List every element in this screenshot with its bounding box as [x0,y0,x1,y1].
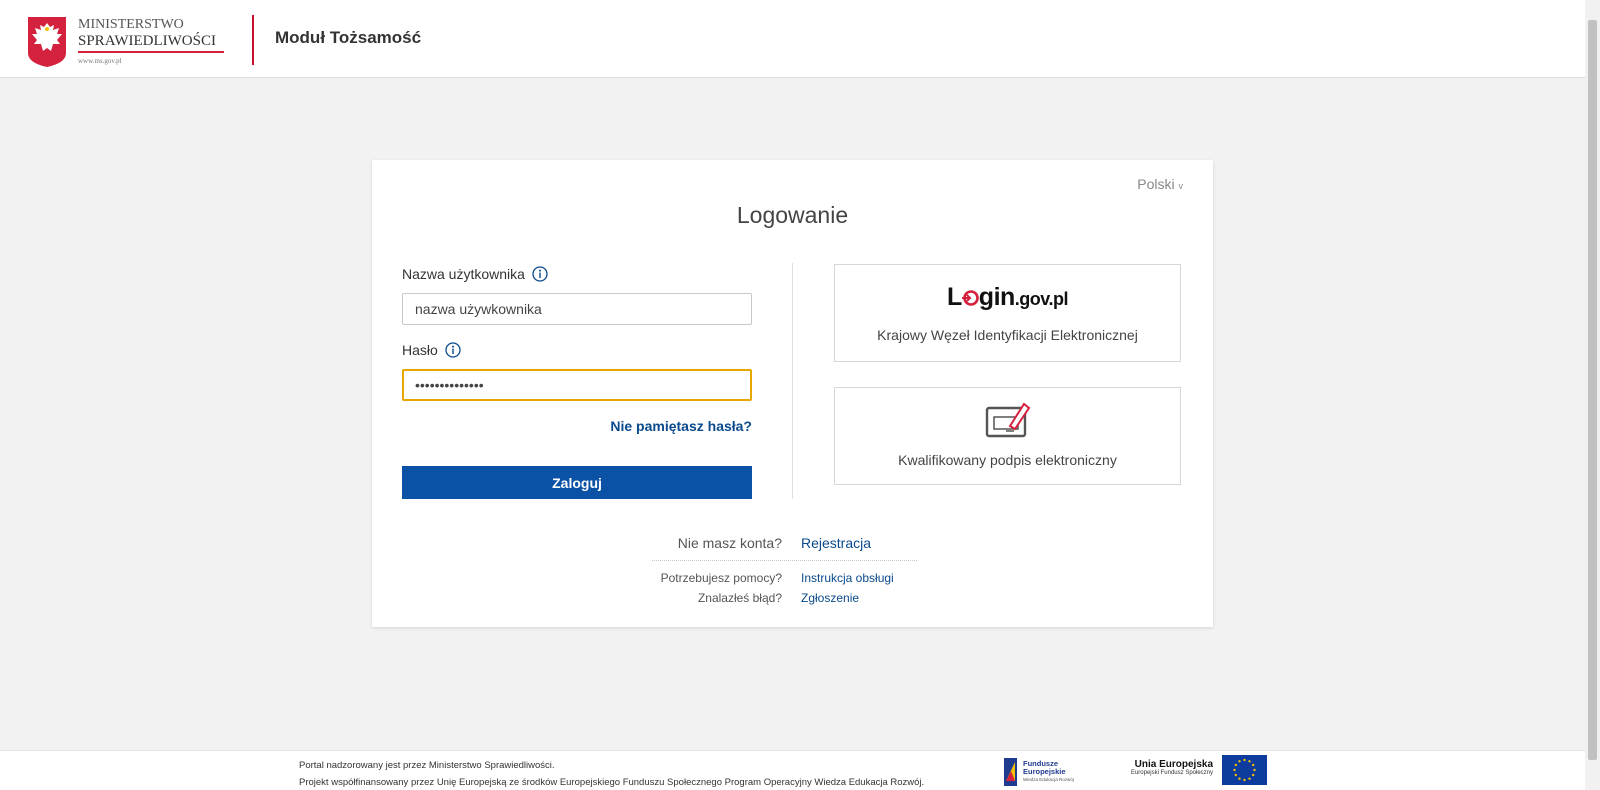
bug-question: Znalazłeś błąd? [697,591,782,605]
logo-text-line1: MINISTERSTWO [78,17,184,32]
password-input[interactable] [402,369,752,401]
eu-line2: Europejski Fundusz Społeczny [1130,770,1213,776]
language-label: Polski [1137,176,1175,192]
eu-flag-icon [1222,755,1267,785]
language-selector[interactable]: Polski v [1137,176,1183,192]
chevron-down-icon: v [1178,181,1184,191]
page-title: Logowanie [736,202,849,228]
forgot-password-link[interactable]: Nie pamiętasz hasła? [402,418,752,434]
info-icon[interactable] [532,266,548,282]
logo-url: www.ms.gov.pl [78,57,122,65]
login-card: Polski v Logowanie Nazwa użytkownika Has… [372,160,1213,627]
register-link[interactable]: Rejestracja [801,535,871,551]
fe-line2: Europejskie [1023,767,1066,776]
username-input[interactable] [402,293,752,325]
password-label-text: Hasło [402,342,438,358]
username-label-text: Nazwa użytkownika [402,266,525,282]
logingov-brand-l: L [947,283,962,311]
module-title: Moduł Tożsamość [275,28,422,47]
logingov-brand-domain: .gov.pl [1014,289,1069,309]
help-question: Potrzebujesz pomocy? [660,571,782,585]
logingov-logo: Lgin.gov.pl [835,283,1180,312]
scrollbar-thumb[interactable] [1588,20,1597,760]
info-icon[interactable] [445,342,461,358]
footer: Portal nadzorowany jest przez Ministerst… [0,750,1585,790]
bug-report-link[interactable]: Zgłoszenie [801,591,859,605]
login-button[interactable]: Zaloguj [402,466,752,499]
eu-line1: Unia Europejska [1134,759,1213,770]
header-divider [252,15,254,65]
fe-line3: Wiedza Edukacja Rozwój [1023,777,1074,782]
eu-text: Unia Europejska Europejski Fundusz Społe… [1117,759,1213,776]
logingov-arrow-icon [961,283,979,312]
username-label: Nazwa użytkownika [402,266,548,282]
eagle-emblem-icon [28,17,66,67]
column-divider [792,263,793,499]
ministry-logo[interactable]: MINISTERSTWO SPRAWIEDLIWOŚCI www.ms.gov.… [26,15,226,67]
signature-label: Kwalifikowany podpis elektroniczny [898,452,1117,468]
vertical-scrollbar[interactable] [1585,0,1600,790]
signature-icon [985,402,1031,438]
logo-text-line2: SPRAWIEDLIWOŚCI [78,32,216,49]
logingov-label: Krajowy Węzeł Identyfikacji Elektroniczn… [877,327,1138,343]
register-question: Nie masz konta? [677,535,782,551]
help-link[interactable]: Instrukcja obsługi [801,571,894,585]
footer-line2: Projekt współfinansowany przez Unię Euro… [299,777,925,788]
password-label: Hasło [402,342,461,358]
signature-option[interactable]: Kwalifikowany podpis elektroniczny [834,387,1181,485]
european-funds-logo: Fundusze Europejskie Wiedza Edukacja Roz… [1004,758,1074,786]
header: MINISTERSTWO SPRAWIEDLIWOŚCI www.ms.gov.… [0,0,1585,78]
footer-text: Portal nadzorowany jest przez Ministerst… [299,757,924,790]
dotted-separator [652,560,917,561]
footer-line1: Portal nadzorowany jest przez Ministerst… [299,760,555,771]
logingov-option[interactable]: Lgin.gov.pl Krajowy Węzeł Identyfikacji … [834,264,1181,362]
logingov-brand-gin: gin [978,283,1016,311]
